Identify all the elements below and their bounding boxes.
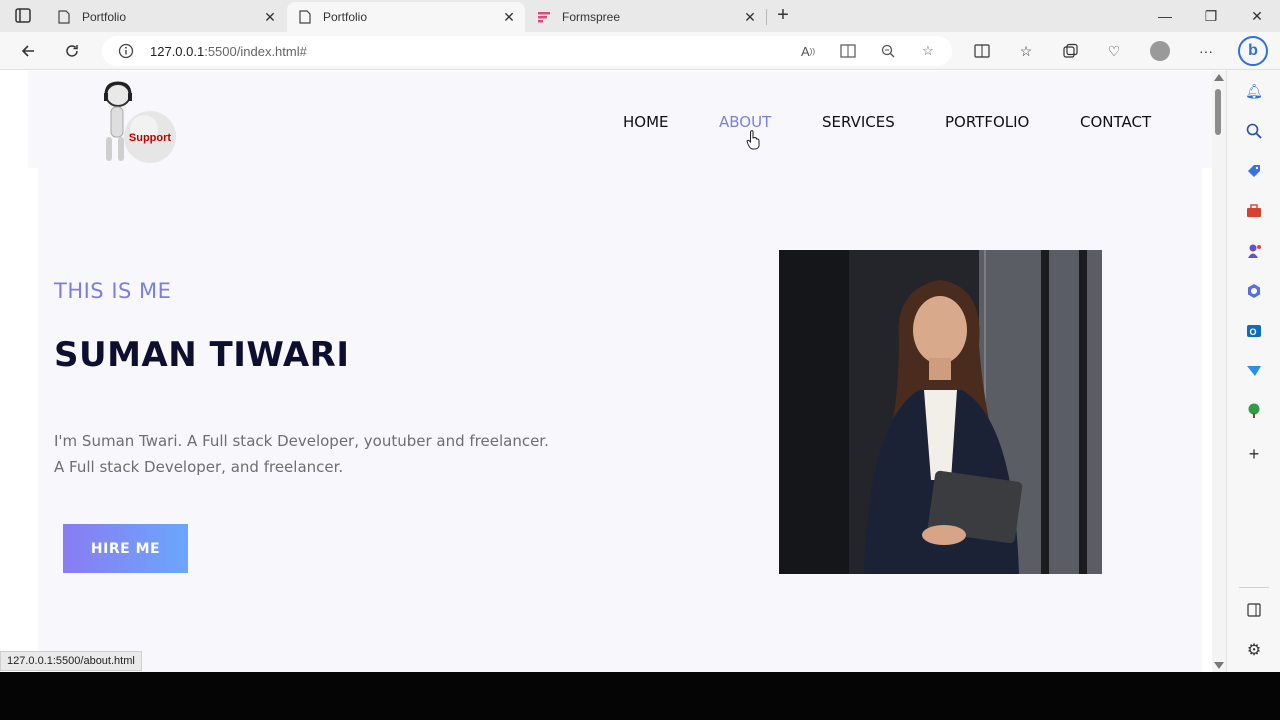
shopping-tag-icon[interactable] [1244,161,1264,181]
games-icon[interactable] [1244,241,1264,261]
more-options-icon[interactable]: ··· [1197,42,1215,60]
browser-window: Portfolio ✕ Portfolio ✕ Formspree ✕ + — … [0,0,1280,672]
page-viewport: Support HOME ABOUT SERVICES PORTFOLIO CO… [0,71,1212,672]
tab-strip: Portfolio ✕ Portfolio ✕ Formspree ✕ + — … [0,0,1280,32]
bio-line-2: A Full stack Developer, and freelancer. [54,458,344,476]
page-scrollbar[interactable] [1212,71,1226,672]
read-aloud-icon[interactable]: A)) [800,43,816,59]
page-icon [56,9,72,25]
tab-portfolio-2[interactable]: Portfolio ✕ [287,2,525,32]
search-icon[interactable] [1244,121,1264,141]
favorite-star-icon[interactable]: ☆ [920,43,936,59]
immersive-reader-icon[interactable] [840,43,856,59]
tab-formspree[interactable]: Formspree ✕ [526,2,766,32]
edge-sidebar: 🔔︎ O + ⚙ [1226,70,1280,672]
tab-actions-icon[interactable] [12,6,34,26]
outlook-icon[interactable]: O [1244,321,1264,341]
os-taskbar [0,672,1280,720]
close-window-icon[interactable]: ✕ [1246,6,1268,26]
close-tab-icon[interactable]: ✕ [501,9,517,25]
tree-icon[interactable] [1244,401,1264,421]
copilot-icon[interactable]: b [1238,36,1268,66]
hero-eyebrow: THIS IS ME [54,279,172,303]
notifications-bell-icon[interactable]: 🔔︎ [1244,81,1264,101]
refresh-icon[interactable] [61,40,83,62]
tab-title: Portfolio [323,10,368,24]
scroll-up-icon[interactable] [1214,74,1224,81]
browser-essentials-icon[interactable]: ♡ [1105,42,1123,60]
favorites-icon[interactable]: ☆ [1017,42,1035,60]
url-text[interactable]: 127.0.0.1:5500/index.html# [150,44,307,59]
svg-text:O: O [1249,327,1256,337]
site-header: Support HOME ABOUT SERVICES PORTFOLIO CO… [28,71,1212,168]
collections-icon[interactable] [1061,42,1079,60]
bio-line-1: I'm Suman Twari. A Full stack Developer,… [54,432,549,450]
support-logo[interactable]: Support [98,81,178,167]
hide-sidebar-icon[interactable] [1244,600,1264,620]
scroll-down-icon[interactable] [1214,662,1224,669]
browser-toolbar: 127.0.0.1:5500/index.html# A)) ☆ ☆ ♡ ···… [0,32,1280,70]
microsoft-365-icon[interactable] [1244,281,1264,301]
new-tab-icon[interactable]: + [772,5,794,26]
tab-portfolio-1[interactable]: Portfolio ✕ [46,2,286,32]
nav-contact[interactable]: CONTACT [1080,113,1151,131]
nav-home[interactable]: HOME [623,113,669,131]
status-bar-url: 127.0.0.1:5500/about.html [0,651,142,671]
scroll-thumb[interactable] [1215,89,1221,135]
split-screen-icon[interactable] [973,42,991,60]
address-bar[interactable]: 127.0.0.1:5500/index.html# A)) ☆ [102,36,952,66]
close-tab-icon[interactable]: ✕ [742,9,758,25]
sidebar-divider [1239,587,1269,588]
zoom-icon[interactable] [880,43,896,59]
hero-name: SUMAN TIWARI [54,335,350,375]
formspree-icon [536,9,552,25]
tools-icon[interactable] [1244,201,1264,221]
tab-divider [766,9,767,25]
close-tab-icon[interactable]: ✕ [262,9,278,25]
nav-about[interactable]: ABOUT [719,113,771,131]
nav-portfolio[interactable]: PORTFOLIO [945,113,1029,131]
hero-bio: I'm Suman Twari. A Full stack Developer,… [54,428,549,480]
send-icon[interactable] [1244,361,1264,381]
restore-icon[interactable]: ❐ [1200,6,1222,26]
url-path: :5500/index.html# [204,44,307,59]
profile-photo [779,250,1102,574]
url-host: 127.0.0.1 [150,44,205,59]
hand-cursor-icon [746,130,760,150]
settings-gear-icon[interactable]: ⚙ [1244,640,1264,660]
hero-section: THIS IS ME SUMAN TIWARI I'm Suman Twari.… [38,168,1202,672]
logo-text: Support [129,132,171,144]
tab-title: Portfolio [82,10,127,24]
back-icon[interactable] [17,40,39,62]
nav-services[interactable]: SERVICES [822,113,895,131]
profile-avatar[interactable] [1150,41,1170,61]
minimize-icon[interactable]: — [1154,6,1176,26]
page-icon [297,9,313,25]
hire-me-button[interactable]: HIRE ME [63,524,188,573]
site-info-icon[interactable] [118,43,134,59]
tab-title: Formspree [562,10,621,24]
add-sidebar-app-icon[interactable]: + [1244,444,1264,464]
